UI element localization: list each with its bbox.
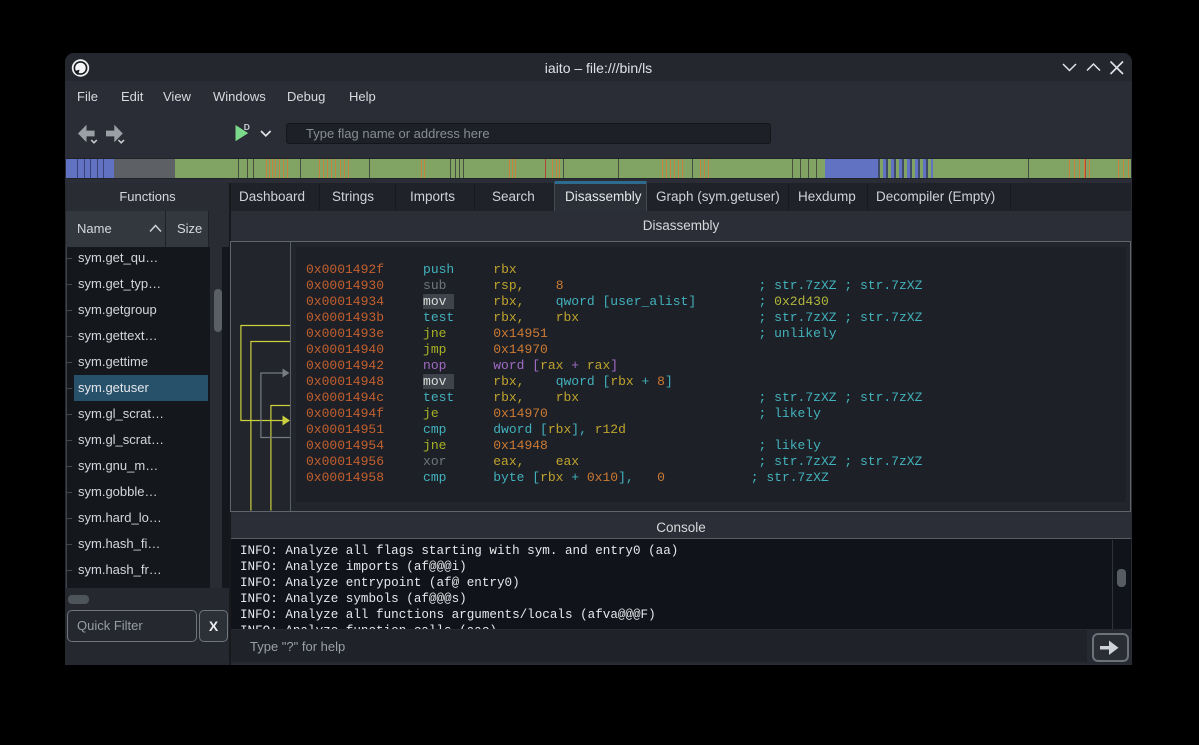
- svg-text:D: D: [244, 122, 250, 132]
